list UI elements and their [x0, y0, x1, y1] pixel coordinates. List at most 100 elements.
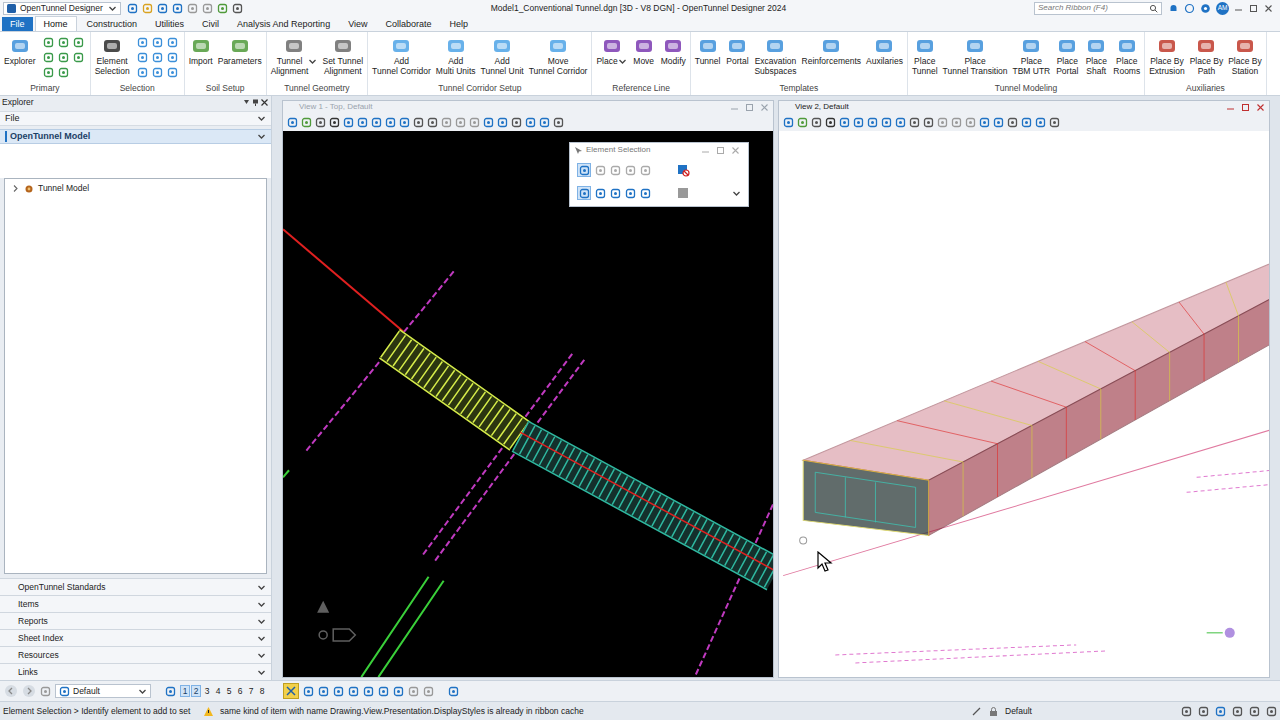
- mode-icon[interactable]: [640, 165, 651, 176]
- ribbon-button[interactable]: Explorer: [2, 35, 38, 67]
- pin-icon[interactable]: [251, 98, 260, 107]
- tool-icon[interactable]: [448, 686, 459, 697]
- explorer-section[interactable]: OpenTunnel Model: [0, 129, 271, 144]
- maximize-icon[interactable]: [1241, 103, 1250, 112]
- snap-mode-icon[interactable]: [423, 686, 434, 697]
- view-title-bar[interactable]: View 2, Default: [779, 101, 1269, 113]
- ribbon-tab[interactable]: Utilities: [147, 17, 192, 31]
- view-button[interactable]: 3: [202, 685, 212, 697]
- ribbon-button[interactable]: Parameters: [216, 35, 264, 67]
- method-icon[interactable]: [595, 188, 606, 199]
- ribbon-button[interactable]: Place: [594, 35, 628, 67]
- view-tool-icon[interactable]: [455, 117, 466, 128]
- chevron-down-icon[interactable]: [108, 4, 117, 13]
- view-tool-icon[interactable]: [371, 117, 382, 128]
- view-tool-icon[interactable]: [287, 117, 298, 128]
- status-icon[interactable]: [1249, 706, 1260, 717]
- view-button[interactable]: 2: [191, 685, 201, 697]
- view-button[interactable]: 7: [246, 685, 256, 697]
- ribbon-button[interactable]: Place Rooms: [1111, 35, 1142, 76]
- view-tool-icon[interactable]: [413, 117, 424, 128]
- tool-icon[interactable]: [167, 52, 178, 63]
- view-tool-icon[interactable]: [525, 117, 536, 128]
- view-tool-icon[interactable]: [839, 117, 850, 128]
- view-tool-icon[interactable]: [937, 117, 948, 128]
- ribbon-button[interactable]: Place Tunnel Transition: [941, 35, 1010, 76]
- ribbon-button[interactable]: Excavation Subspaces: [752, 35, 798, 76]
- view-button[interactable]: 6: [235, 685, 245, 697]
- ribbon-button[interactable]: Add Multi Units: [434, 35, 478, 76]
- view-tool-icon[interactable]: [979, 117, 990, 128]
- snap-mode-icon[interactable]: [393, 686, 404, 697]
- view-tool-icon[interactable]: [1035, 117, 1046, 128]
- chevron-down-icon[interactable]: [732, 189, 741, 198]
- view-button[interactable]: 4: [213, 685, 223, 697]
- maximize-icon[interactable]: [1249, 4, 1258, 13]
- forward-icon[interactable]: [22, 684, 36, 698]
- status-icon[interactable]: [1232, 706, 1243, 717]
- mode-icon[interactable]: [595, 165, 606, 176]
- tool-icon[interactable]: [40, 686, 51, 697]
- tool-icon[interactable]: [73, 37, 84, 48]
- snap-mode-icon[interactable]: [348, 686, 359, 697]
- tool-icon[interactable]: [165, 686, 176, 697]
- explorer-section[interactable]: Reports: [0, 612, 271, 629]
- snap-mode-icon[interactable]: [408, 686, 419, 697]
- status-icon[interactable]: [1198, 706, 1209, 717]
- mode-button[interactable]: [577, 163, 591, 177]
- minimize-icon[interactable]: [730, 103, 739, 112]
- close-icon[interactable]: [260, 98, 269, 107]
- search-icon[interactable]: [1149, 4, 1158, 13]
- ribbon-tab[interactable]: Analysis And Reporting: [229, 17, 338, 31]
- quick-access-icon[interactable]: [187, 3, 198, 14]
- view-tool-icon[interactable]: [301, 117, 312, 128]
- view-tool-icon[interactable]: [357, 117, 368, 128]
- ribbon-button[interactable]: Add Tunnel Corridor: [370, 35, 433, 76]
- view-tool-icon[interactable]: [511, 117, 522, 128]
- view-tool-icon[interactable]: [853, 117, 864, 128]
- tool-icon[interactable]: [43, 52, 54, 63]
- snap-mode-icon[interactable]: [318, 686, 329, 697]
- iso-view-drawing[interactable]: [779, 131, 1269, 677]
- tool-icon[interactable]: [58, 52, 69, 63]
- connect-icon[interactable]: [1184, 3, 1195, 14]
- ribbon-tab[interactable]: View: [340, 17, 375, 31]
- dialog-title-bar[interactable]: Element Selection: [570, 143, 748, 157]
- explorer-section[interactable]: Items: [0, 595, 271, 612]
- ribbon-tab[interactable]: File: [2, 17, 33, 31]
- view-tool-icon[interactable]: [399, 117, 410, 128]
- chevron-down-icon[interactable]: [138, 687, 147, 696]
- snap-mode-icon[interactable]: [333, 686, 344, 697]
- view-canvas[interactable]: [779, 131, 1269, 677]
- view-tool-icon[interactable]: [951, 117, 962, 128]
- user-avatar[interactable]: AM: [1216, 2, 1229, 15]
- method-icon[interactable]: [640, 188, 651, 199]
- tool-icon[interactable]: [43, 67, 54, 78]
- view-tool-icon[interactable]: [315, 117, 326, 128]
- quick-access-icon[interactable]: [202, 3, 213, 14]
- quick-access-icon[interactable]: [232, 3, 243, 14]
- view-tool-icon[interactable]: [441, 117, 452, 128]
- ribbon-button[interactable]: Place TBM UTR: [1010, 35, 1052, 76]
- tool-icon[interactable]: [73, 52, 84, 63]
- explorer-section[interactable]: Links: [0, 663, 271, 680]
- tool-icon[interactable]: [579, 165, 590, 176]
- close-icon[interactable]: [760, 103, 769, 112]
- clear-selection-icon[interactable]: [677, 164, 690, 177]
- tool-icon[interactable]: [43, 37, 54, 48]
- maximize-icon[interactable]: [745, 103, 754, 112]
- ribbon-tab[interactable]: Help: [442, 17, 477, 31]
- ribbon-button[interactable]: Tunnel: [693, 35, 723, 67]
- view-tool-icon[interactable]: [825, 117, 836, 128]
- quick-access-icon[interactable]: [172, 3, 183, 14]
- tree-item[interactable]: Tunnel Model: [11, 183, 266, 194]
- chevron-down-icon[interactable]: [257, 617, 266, 626]
- level-dropdown[interactable]: Default: [55, 684, 151, 698]
- tool-icon[interactable]: [167, 67, 178, 78]
- ribbon-button[interactable]: Place By Path: [1188, 35, 1226, 76]
- chevron-down-icon[interactable]: [257, 668, 266, 677]
- bell-icon[interactable]: [1168, 3, 1179, 14]
- view-tool-icon[interactable]: [469, 117, 480, 128]
- view-tool-icon[interactable]: [1007, 117, 1018, 128]
- view-tool-icon[interactable]: [923, 117, 934, 128]
